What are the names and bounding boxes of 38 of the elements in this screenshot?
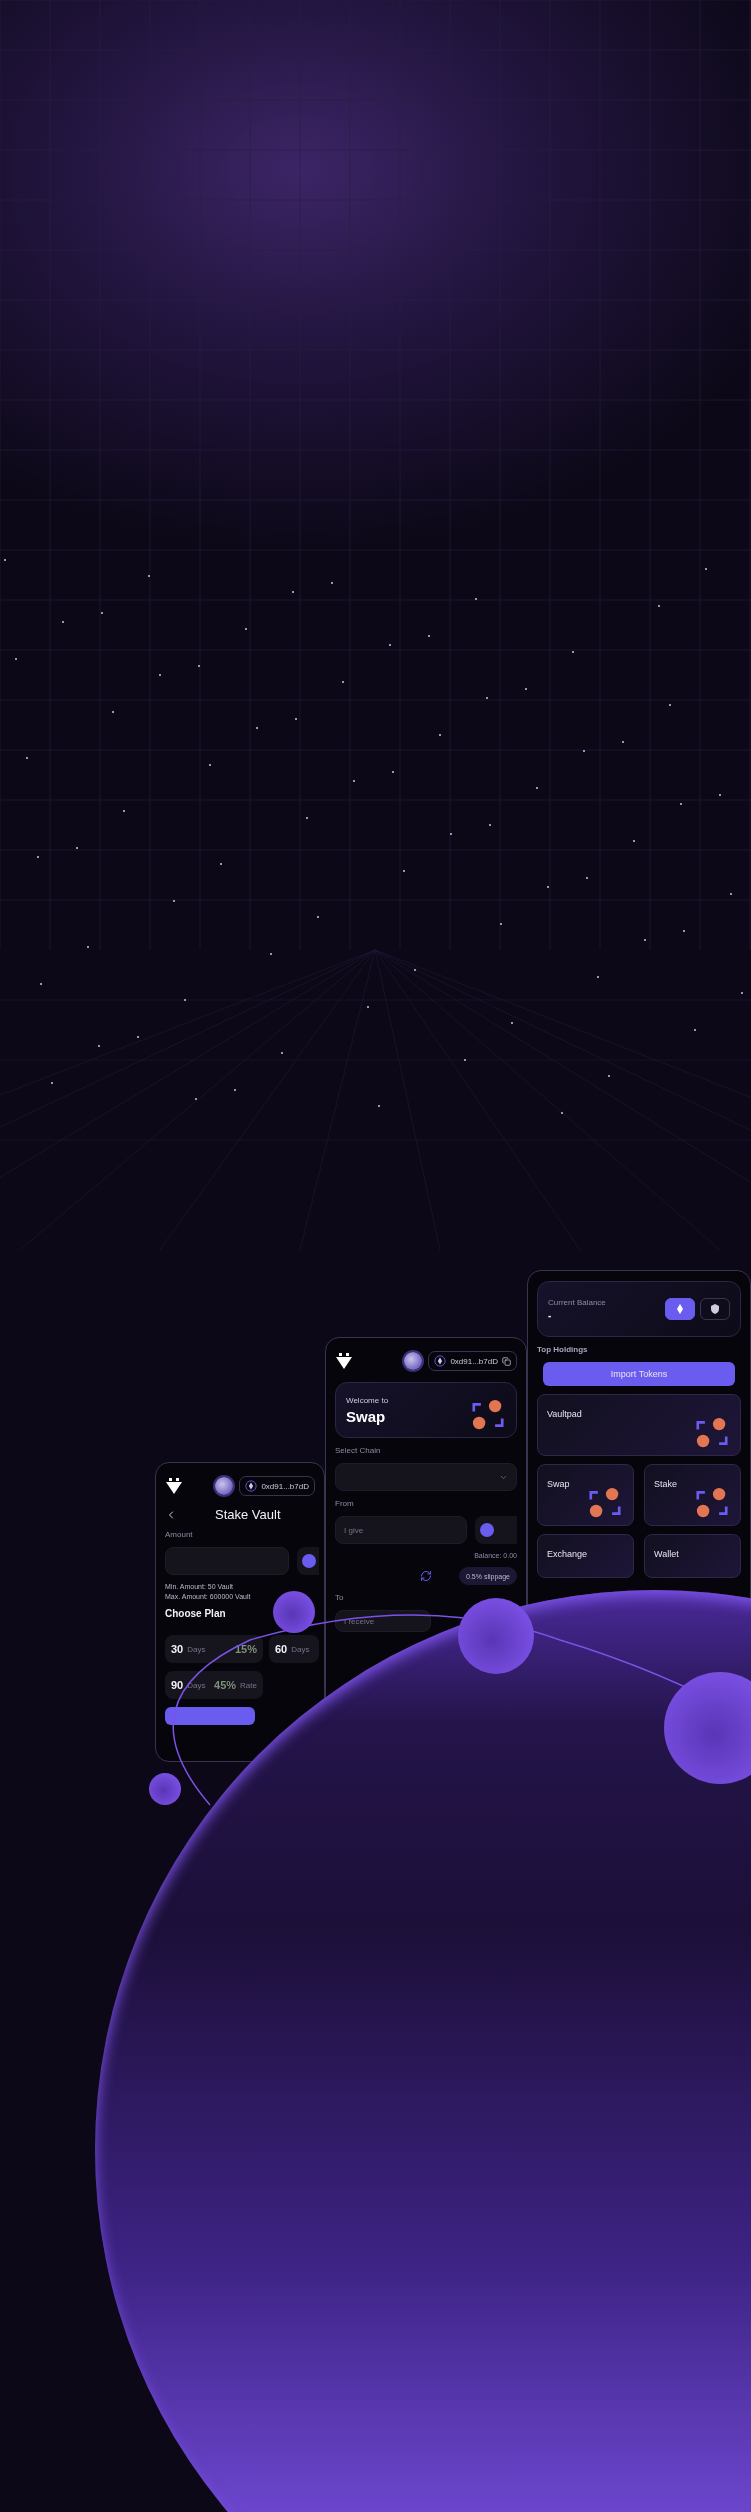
chain-label: Select Chain — [335, 1446, 381, 1455]
page-title: Stake Vault — [215, 1507, 281, 1522]
feature-tile[interactable]: Vaultpad — [537, 1394, 741, 1456]
feature-tile[interactable]: Stake — [644, 1464, 741, 1526]
copy-icon[interactable] — [502, 1356, 511, 1366]
logo-icon — [335, 1352, 353, 1370]
avatar-icon — [404, 1352, 423, 1370]
ethereum-icon — [434, 1355, 447, 1367]
balance-value: - — [548, 1309, 552, 1321]
amount-field[interactable] — [165, 1547, 289, 1575]
token-selector[interactable] — [475, 1516, 517, 1544]
import-tokens-button[interactable]: Import Tokens — [543, 1362, 735, 1386]
currency-toggle[interactable] — [700, 1298, 730, 1320]
ethereum-icon — [245, 1480, 258, 1492]
currency-toggle[interactable] — [665, 1298, 695, 1320]
refresh-icon[interactable] — [420, 1570, 432, 1582]
holdings-heading: Top Holdings — [537, 1345, 588, 1354]
wallet-address[interactable]: 0xd91...b7dD — [428, 1351, 517, 1371]
welcome-text: Welcome to — [346, 1395, 389, 1405]
feature-tile[interactable]: Exchange — [537, 1534, 634, 1578]
feature-tile[interactable]: Swap — [537, 1464, 634, 1526]
feature-tile[interactable]: Wallet — [644, 1534, 741, 1578]
plan-option[interactable]: 60 Days — [269, 1635, 319, 1663]
from-label: From — [335, 1499, 354, 1508]
token-selector[interactable] — [297, 1547, 319, 1575]
to-label: To — [335, 1593, 344, 1602]
plan-option[interactable]: 90 Days 45% Rate — [165, 1671, 263, 1699]
balance-label: Current Balance — [548, 1297, 606, 1307]
avatar-icon — [215, 1477, 234, 1495]
choose-plan-heading: Choose Plan — [165, 1608, 226, 1619]
swap-title: Swap — [346, 1407, 386, 1425]
shield-icon — [710, 1304, 720, 1314]
ethereum-icon — [675, 1304, 685, 1314]
sphere-drawing — [149, 1773, 181, 1805]
amount-label: Amount — [165, 1530, 193, 1539]
plan-option[interactable]: 30 Days 15% — [165, 1635, 263, 1663]
logo-icon — [165, 1477, 183, 1495]
wallet-address[interactable]: 0xd91...b7dD — [239, 1476, 315, 1496]
